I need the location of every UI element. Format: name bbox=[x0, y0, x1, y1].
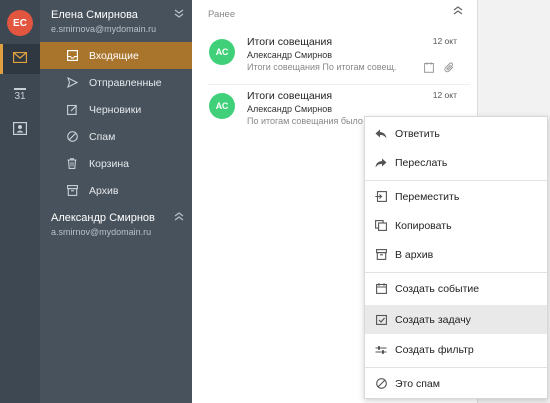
calendar-day: 31 bbox=[14, 88, 26, 102]
attachment-icon[interactable] bbox=[444, 60, 455, 78]
menu-item-create-task[interactable]: Создать задачу bbox=[365, 305, 547, 334]
message-preview: Итоги совещания По итогам совещ... bbox=[247, 62, 397, 72]
folder-label: Отправленные bbox=[89, 76, 162, 89]
message-date: 12 окт bbox=[432, 36, 457, 46]
calendar-icon: 31 bbox=[14, 88, 26, 102]
menu-item-label: Переместить bbox=[395, 190, 460, 203]
menu-item-label: Создать событие bbox=[395, 282, 480, 295]
menu-item-mark-spam[interactable]: Это спам bbox=[365, 369, 547, 398]
mail-app: ЕС 31 Елена Смирнова e.smirnova@mydomain… bbox=[0, 0, 550, 403]
archive-icon bbox=[66, 185, 78, 196]
menu-separator bbox=[365, 367, 547, 368]
archive-icon bbox=[374, 249, 388, 260]
menu-item-label: Это спам bbox=[395, 377, 440, 390]
menu-separator bbox=[365, 180, 547, 181]
message-date: 12 окт bbox=[432, 90, 457, 100]
menu-item-label: Копировать bbox=[395, 219, 452, 232]
account-name: Елена Смирнова bbox=[51, 9, 138, 21]
menu-item-copy[interactable]: Копировать bbox=[365, 211, 547, 240]
app-rail: ЕС 31 bbox=[0, 0, 40, 403]
message-row[interactable]: АС Итоги совещания Александр Смирнов Ито… bbox=[192, 33, 477, 83]
event-icon bbox=[374, 283, 388, 294]
filter-icon bbox=[374, 345, 388, 355]
folder-drafts[interactable]: Черновики bbox=[40, 96, 192, 123]
folder-label: Входящие bbox=[89, 49, 139, 62]
inbox-icon bbox=[66, 50, 78, 61]
account-primary[interactable]: Елена Смирнова e.smirnova@mydomain.ru bbox=[51, 9, 156, 34]
account-secondary[interactable]: Александр Смирнов a.smirnov@mydomain.ru bbox=[51, 212, 155, 237]
menu-item-label: Создать задачу bbox=[395, 313, 471, 326]
folder-label: Черновики bbox=[89, 103, 142, 116]
folder-label: Корзина bbox=[89, 157, 129, 170]
copy-icon bbox=[374, 220, 388, 231]
reply-icon bbox=[374, 129, 388, 139]
menu-item-label: Переслать bbox=[395, 156, 448, 169]
folder-inbox[interactable]: Входящие bbox=[40, 42, 192, 69]
message-sender: Александр Смирнов bbox=[247, 50, 333, 60]
menu-separator bbox=[365, 272, 547, 273]
sender-avatar: АС bbox=[209, 39, 235, 65]
section-collapse-icon[interactable] bbox=[453, 6, 463, 18]
account-name: Александр Смирнов bbox=[51, 212, 155, 224]
folder-label: Спам bbox=[89, 130, 116, 143]
mail-icon bbox=[12, 50, 28, 68]
message-subject: Итоги совещания bbox=[247, 90, 333, 102]
folder-trash[interactable]: Корзина bbox=[40, 150, 192, 177]
folder-panel: Елена Смирнова e.smirnova@mydomain.ru Вх… bbox=[40, 0, 192, 403]
menu-item-archive[interactable]: В архив bbox=[365, 240, 547, 269]
menu-item-forward[interactable]: Переслать bbox=[365, 148, 547, 177]
context-menu: Ответить Переслать Переместить Копироват… bbox=[364, 116, 548, 399]
menu-item-label: Создать фильтр bbox=[395, 343, 474, 356]
menu-item-create-event[interactable]: Создать событие bbox=[365, 274, 547, 303]
collapse-chevron-icon[interactable] bbox=[174, 9, 184, 21]
menu-item-reply[interactable]: Ответить bbox=[365, 119, 547, 148]
rail-calendar[interactable]: 31 bbox=[0, 80, 40, 110]
user-avatar[interactable]: ЕС bbox=[7, 10, 33, 36]
menu-item-label: Ответить bbox=[395, 127, 440, 140]
spam-icon bbox=[374, 378, 388, 389]
message-sender: Александр Смирнов bbox=[247, 104, 333, 114]
message-subject: Итоги совещания bbox=[247, 36, 333, 48]
rail-mail[interactable] bbox=[0, 44, 40, 74]
draft-icon bbox=[66, 104, 78, 115]
forward-icon bbox=[374, 158, 388, 168]
menu-item-create-filter[interactable]: Создать фильтр bbox=[365, 335, 547, 364]
account-email: a.smirnov@mydomain.ru bbox=[51, 227, 152, 237]
folder-archive[interactable]: Архив bbox=[40, 177, 192, 204]
rail-contacts[interactable] bbox=[0, 116, 40, 146]
move-icon bbox=[374, 191, 388, 202]
account-email: e.smirnova@mydomain.ru bbox=[51, 24, 157, 34]
row-divider bbox=[208, 84, 470, 85]
task-icon bbox=[374, 314, 388, 325]
send-icon bbox=[66, 77, 78, 88]
section-header: Ранее bbox=[208, 9, 236, 20]
calendar-icon[interactable] bbox=[424, 60, 434, 78]
folder-sent[interactable]: Отправленные bbox=[40, 69, 192, 96]
sender-avatar: АС bbox=[209, 93, 235, 119]
expand-chevron-icon[interactable] bbox=[174, 212, 184, 224]
contacts-icon bbox=[13, 122, 28, 140]
message-actions bbox=[424, 60, 455, 78]
menu-item-label: В архив bbox=[395, 248, 434, 261]
spam-icon bbox=[66, 131, 78, 142]
folder-spam[interactable]: Спам bbox=[40, 123, 192, 150]
folder-label: Архив bbox=[89, 184, 119, 197]
menu-item-move[interactable]: Переместить bbox=[365, 182, 547, 211]
trash-icon bbox=[66, 158, 78, 169]
